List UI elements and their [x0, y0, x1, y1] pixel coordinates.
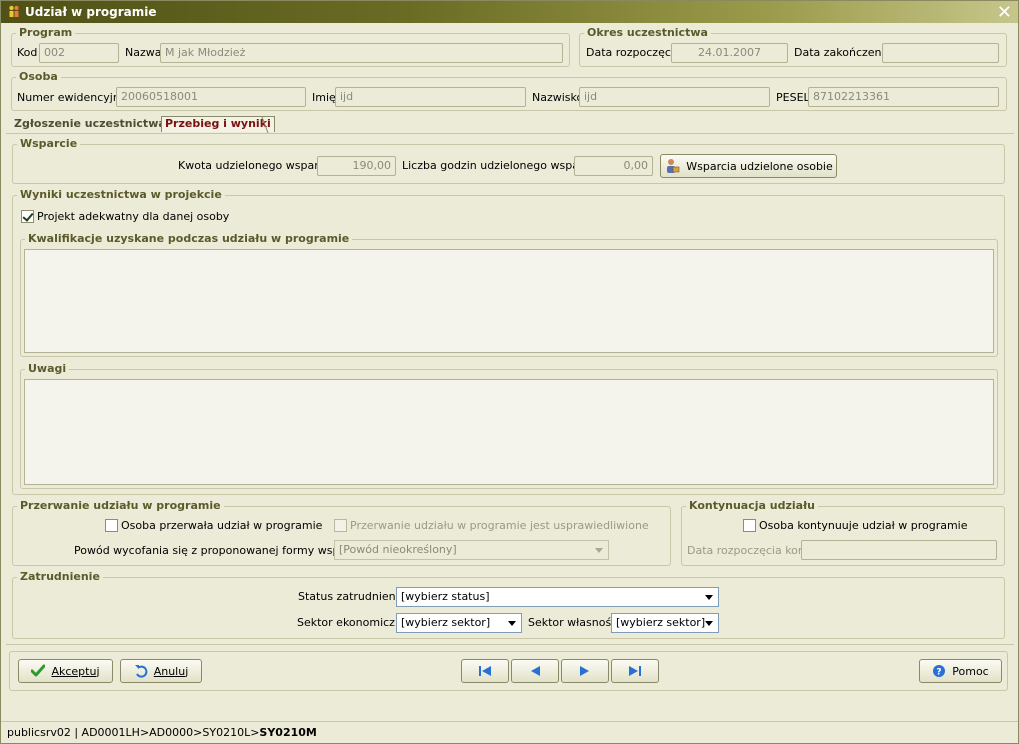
last-record-button[interactable] [611, 659, 659, 683]
kwalifikacje-legend: Kwalifikacje uzyskane podczas udziału w … [28, 232, 350, 245]
usprawiedliwione-checkbox[interactable] [334, 519, 347, 532]
powod-select[interactable]: [Powód nieokreślony] [334, 540, 609, 560]
help-label: Pomoc [952, 664, 989, 678]
kod-label: Kod [17, 46, 38, 59]
accept-button[interactable]: Akceptuj [18, 659, 113, 683]
kont-date-field[interactable] [801, 540, 997, 560]
chevron-down-icon [508, 621, 516, 626]
przerwala-label: Osoba przerwała udział w programie [121, 519, 323, 532]
kod-field[interactable]: 002 [39, 43, 119, 63]
start-date-label: Data rozpoczęcia [586, 46, 681, 59]
godziny-label: Liczba godzin udzielonego wsparcia [402, 159, 600, 172]
przerwala-checkbox[interactable] [105, 519, 118, 532]
imie-label: Imię [312, 91, 336, 104]
next-record-button[interactable] [561, 659, 609, 683]
prev-record-button[interactable] [511, 659, 559, 683]
end-date-field[interactable] [882, 43, 999, 63]
next-icon [580, 666, 589, 676]
end-date-label: Data zakończenia [794, 46, 892, 59]
dialog-window: Udział w programie ✕ Program Kod 002 Naz… [0, 0, 1019, 744]
wyniki-legend: Wyniki uczestnictwa w projekcie [20, 188, 222, 201]
program-legend: Program [19, 26, 73, 39]
person-support-icon [667, 159, 680, 173]
numer-label: Numer ewidencyjny [17, 91, 127, 104]
status-bar: publicsrv02 | AD0001LH>AD0000>SY0210L>SY… [1, 721, 1018, 743]
pesel-field[interactable]: 87102213361 [808, 87, 999, 107]
nazwa-field[interactable]: M jak Młodzież [160, 43, 563, 63]
kontynuacja-legend: Kontynuacja udziału [689, 499, 815, 512]
uwagi-legend: Uwagi [28, 362, 67, 375]
wsparcia-udzielone-button[interactable]: Wsparcia udzielone osobie [660, 154, 837, 178]
uwagi-textarea[interactable] [24, 379, 994, 485]
undo-icon [134, 665, 148, 678]
tab-przebieg[interactable]: Przebieg i wyniki [161, 116, 275, 132]
chevron-down-icon [705, 595, 713, 600]
nazwa-label: Nazwa [125, 46, 162, 59]
osoba-legend: Osoba [19, 70, 58, 83]
sektor-wl-select[interactable]: [wybierz sektor] [611, 613, 719, 633]
kwalifikacje-textarea[interactable] [24, 249, 994, 353]
kwota-label: Kwota udzielonego wsparcia [178, 159, 335, 172]
przerwanie-legend: Przerwanie udziału w programie [20, 499, 221, 512]
tab-panel-border [6, 133, 1014, 134]
help-icon: ? [933, 665, 946, 678]
kontynuuje-checkbox[interactable] [743, 519, 756, 532]
nazwisko-label: Nazwisko [532, 91, 584, 104]
zatrudnienie-legend: Zatrudnienie [20, 570, 100, 583]
sektor-ek-value: [wybierz sektor] [401, 616, 491, 629]
pesel-label: PESEL [776, 91, 810, 104]
title-bar: Udział w programie ✕ [1, 1, 1018, 23]
first-record-button[interactable] [461, 659, 509, 683]
tab-edge-icon [261, 116, 269, 134]
people-icon [9, 5, 19, 17]
checkmark-icon [31, 664, 46, 677]
kont-date-label: Data rozpoczęcia kont. [687, 544, 813, 557]
cancel-button[interactable]: Anuluj [120, 659, 202, 683]
godziny-field[interactable]: 0,00 [574, 156, 653, 176]
sektor-ek-select[interactable]: [wybierz sektor] [396, 613, 522, 633]
status-value: [wybierz status] [401, 590, 490, 603]
usprawiedliwione-label: Przerwanie udziału w programie jest uspr… [350, 519, 649, 532]
window-title: Udział w programie [25, 5, 157, 19]
help-button[interactable]: ? Pomoc [919, 659, 1002, 683]
adekwatny-label: Projekt adekwatny dla danej osoby [37, 210, 230, 223]
close-icon[interactable]: ✕ [997, 2, 1012, 23]
powod-label: Powód wycofania się z proponowanej formy… [74, 544, 367, 557]
first-icon [479, 666, 491, 676]
status-path: publicsrv02 | AD0001LH>AD0000>SY0210L> [7, 726, 260, 739]
accept-label: Akceptuj [51, 664, 100, 678]
start-date-field[interactable]: 24.01.2007 [671, 43, 788, 63]
cancel-label: Anuluj [153, 664, 189, 678]
powod-value: [Powód nieokreślony] [339, 543, 457, 556]
kwota-field[interactable]: 190,00 [317, 156, 396, 176]
svg-text:?: ? [937, 668, 942, 678]
panel-bottom-border [6, 644, 1014, 645]
okres-legend: Okres uczestnictwa [587, 26, 708, 39]
kontynuuje-label: Osoba kontynuuje udział w programie [759, 519, 968, 532]
sektor-wl-value: [wybierz sektor] [616, 616, 706, 629]
sektor-ek-label: Sektor ekonomiczny [297, 616, 409, 629]
imie-field[interactable]: ijd [335, 87, 526, 107]
status-select[interactable]: [wybierz status] [396, 587, 719, 607]
nazwisko-field[interactable]: ijd [579, 87, 770, 107]
chevron-down-icon [595, 548, 603, 553]
status-current: SY0210M [259, 726, 317, 739]
prev-icon [531, 666, 540, 676]
chevron-down-icon [705, 621, 713, 626]
numer-field[interactable]: 20060518001 [116, 87, 306, 107]
sektor-wl-label: Sektor własności [528, 616, 621, 629]
adekwatny-checkbox[interactable] [21, 210, 34, 223]
tab-zgloszenie[interactable]: Zgłoszenie uczestnictwa [14, 117, 166, 131]
status-label: Status zatrudnienia [298, 590, 406, 603]
wsparcia-udzielone-label: Wsparcia udzielone osobie [686, 159, 833, 173]
last-icon [629, 666, 641, 676]
wsparcie-legend: Wsparcie [20, 137, 78, 150]
